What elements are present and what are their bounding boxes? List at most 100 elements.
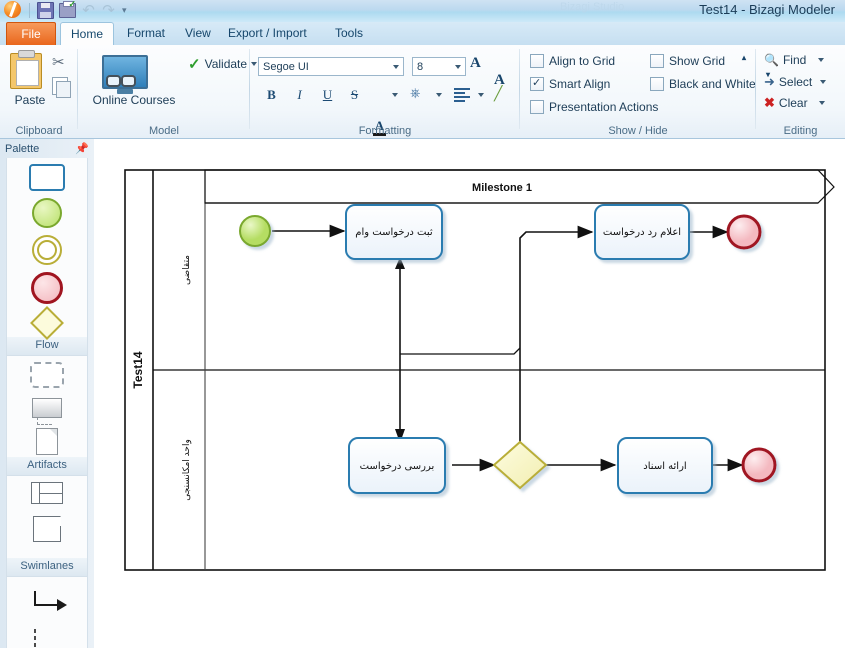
- chevron-down-icon[interactable]: [436, 93, 442, 97]
- node-start-event[interactable]: [239, 215, 271, 247]
- watermark-text: Bizagi Studio: [560, 1, 625, 13]
- group-label-model: Model: [149, 125, 179, 137]
- chevron-down-icon[interactable]: [818, 58, 825, 62]
- group-label-formatting: Formatting: [358, 125, 412, 137]
- diagram-canvas[interactable]: Test14 متقاضی واحد امکانسنجی Milestone 1: [94, 139, 845, 648]
- palette-item-start-event[interactable]: [32, 198, 62, 228]
- pool-label: Test14: [131, 351, 145, 388]
- pin-icon[interactable]: 📌: [75, 142, 89, 155]
- checkbox-label: Presentation Actions: [549, 100, 659, 114]
- publish-icon[interactable]: [58, 0, 77, 20]
- palette-section-connectors: [6, 577, 88, 648]
- palette-title: Palette: [5, 142, 40, 155]
- ribbon-group-formatting: Segoe UI 8 A ▴ A ▾ B I U S A ⎈ ╱ Formatt…: [250, 45, 770, 138]
- strikethrough-button[interactable]: S: [345, 85, 364, 104]
- palette-item-end-event[interactable]: [31, 272, 63, 304]
- tab-format[interactable]: Format: [117, 22, 175, 45]
- palette-section-flow: Flow: [6, 158, 88, 356]
- chevron-down-icon[interactable]: [455, 65, 461, 69]
- online-courses-icon[interactable]: [102, 55, 148, 89]
- checkbox-smart-align[interactable]: Smart Align: [530, 76, 611, 91]
- checkbox-show-grid[interactable]: Show Grid: [650, 54, 725, 68]
- bizagi-modeler-window: ↶ ↷ ▾ Bizagi Studio Test14 - Bizagi Mode…: [0, 0, 845, 648]
- chevron-down-icon[interactable]: [478, 93, 484, 97]
- tab-export-import[interactable]: Export / Import: [218, 22, 317, 45]
- copy-icon[interactable]: [52, 77, 71, 98]
- checkbox-box: [650, 77, 664, 91]
- chevron-down-icon[interactable]: [392, 93, 398, 97]
- checkbox-label: Black and White: [669, 77, 756, 91]
- node-end-event-rejected[interactable]: [726, 214, 762, 250]
- palette-item-milestone[interactable]: [33, 516, 61, 542]
- tab-view[interactable]: View: [175, 22, 221, 45]
- validate-button[interactable]: ✓ Validate: [188, 55, 258, 73]
- palette-item-intermediate-event[interactable]: [32, 235, 62, 265]
- find-button[interactable]: 🔍 Find: [764, 53, 825, 67]
- align-icon[interactable]: [454, 88, 470, 104]
- redo-icon[interactable]: ↷: [100, 2, 117, 19]
- tab-file[interactable]: File: [6, 22, 56, 46]
- select-button[interactable]: ➜ Select: [764, 74, 827, 90]
- clear-button[interactable]: ✖ Clear: [764, 95, 825, 111]
- palette-item-annotation[interactable]: [32, 398, 62, 425]
- cut-icon[interactable]: ✂: [52, 53, 65, 71]
- node-task-review-request[interactable]: بررسی درخواست: [348, 437, 446, 494]
- checkbox-align-to-grid[interactable]: Align to Grid: [530, 54, 615, 68]
- checkbox-box: [650, 54, 664, 68]
- undo-icon[interactable]: ↶: [80, 2, 97, 19]
- title-bar: ↶ ↷ ▾ Bizagi Studio Test14 - Bizagi Mode…: [0, 0, 845, 23]
- checkbox-box: [530, 76, 544, 91]
- chevron-down-icon[interactable]: [393, 65, 399, 69]
- checkbox-presentation-actions[interactable]: Presentation Actions: [530, 100, 658, 114]
- checkbox-black-and-white[interactable]: Black and White: [650, 77, 756, 91]
- task-label-review-request: بررسی درخواست: [360, 461, 435, 472]
- save-icon[interactable]: [36, 1, 55, 20]
- palette-item-data-object[interactable]: [36, 428, 58, 455]
- pool[interactable]: Test14: [124, 169, 826, 571]
- italic-button[interactable]: I: [290, 85, 309, 104]
- palette-item-pool[interactable]: [31, 482, 63, 504]
- palette-section-artifacts: Artifacts: [6, 356, 88, 476]
- underline-button[interactable]: U: [318, 85, 337, 104]
- chevron-down-icon[interactable]: [818, 101, 825, 105]
- binoculars-icon: 🔍: [764, 53, 779, 67]
- lane-feasibility[interactable]: واحد امکانسنجی: [182, 439, 192, 501]
- font-family-combo[interactable]: Segoe UI: [258, 57, 404, 76]
- chevron-down-icon[interactable]: ▾: [120, 1, 129, 20]
- font-family-value: Segoe UI: [263, 60, 309, 73]
- checkbox-label: Show Grid: [669, 54, 726, 68]
- node-end-event-approved[interactable]: [741, 447, 777, 483]
- fill-color-icon[interactable]: ⎈: [410, 85, 420, 101]
- task-label-provide-documents: ارائه اسناد: [643, 461, 686, 472]
- check-icon: ✓: [188, 56, 201, 73]
- node-task-provide-documents[interactable]: ارائه اسناد: [617, 437, 713, 494]
- node-task-register-loan[interactable]: ثبت درخواست وام: [345, 204, 443, 260]
- tab-tools[interactable]: Tools: [325, 22, 373, 45]
- online-courses-label[interactable]: Online Courses: [84, 93, 184, 107]
- association-flow-icon[interactable]: [25, 627, 69, 648]
- cursor-icon: ➜: [764, 74, 775, 89]
- bold-button[interactable]: B: [262, 85, 281, 104]
- group-label-editing: Editing: [783, 125, 818, 137]
- checkbox-label: Smart Align: [549, 77, 611, 91]
- paste-label[interactable]: Paste: [10, 93, 50, 107]
- font-size-combo[interactable]: 8: [412, 57, 466, 76]
- palette-panel: Palette 📌 Flow Artifacts Swimlanes: [0, 139, 95, 648]
- clear-formatting-icon[interactable]: ╱: [494, 85, 502, 102]
- node-task-reject-notice[interactable]: اعلام رد درخواست: [594, 204, 690, 260]
- bpmn-diagram[interactable]: Test14 متقاضی واحد امکانسنجی Milestone 1: [94, 139, 845, 648]
- tab-home[interactable]: Home: [60, 22, 115, 47]
- ribbon-group-show-hide: Align to Grid Smart Align Presentation A…: [520, 45, 756, 138]
- ribbon-group-model: Online Courses ✓ Validate Model: [78, 45, 258, 138]
- palette-item-task[interactable]: [29, 164, 65, 191]
- lane-applicant[interactable]: متقاضی: [182, 255, 192, 285]
- palette-item-gateway[interactable]: [30, 306, 64, 340]
- sequence-flow-icon[interactable]: [25, 587, 69, 617]
- quick-access-toolbar: ↶ ↷ ▾: [4, 0, 129, 20]
- paste-button[interactable]: [10, 50, 42, 89]
- palette-item-group[interactable]: [30, 362, 64, 388]
- chevron-down-icon[interactable]: [820, 80, 827, 84]
- lane-label-feasibility: واحد امکانسنجی: [182, 439, 192, 501]
- window-title: Test14 - Bizagi Modeler: [699, 2, 835, 17]
- bizagi-logo[interactable]: [4, 1, 23, 20]
